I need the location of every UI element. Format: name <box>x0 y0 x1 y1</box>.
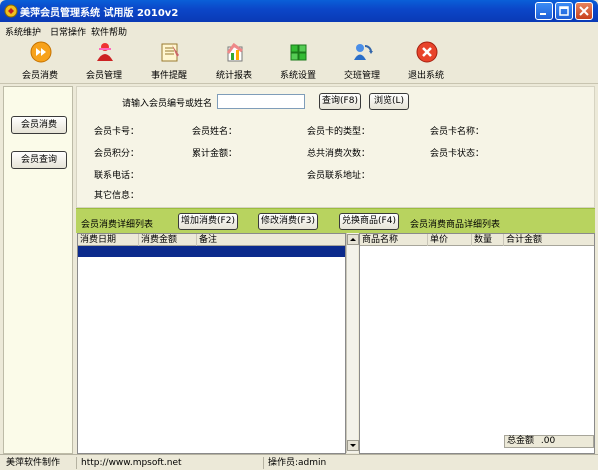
side-panel: 会员消费 会员查询 <box>3 86 73 454</box>
total-value: .00 <box>540 436 556 446</box>
toolbar: 会员消费 会员管理 事件提醒 统计报表 系统设置 交班管理 退出系统 <box>0 38 598 84</box>
tool-exit[interactable]: 退出系统 <box>397 40 455 82</box>
close-icon <box>579 6 589 16</box>
card-status-label: 会员卡状态： <box>430 149 485 159</box>
points-label: 会员积分： <box>94 149 140 159</box>
tool-consume[interactable]: 会员消费 <box>11 40 69 82</box>
address-label: 会员联系地址： <box>307 171 371 181</box>
consume-icon <box>30 41 52 63</box>
menu-system[interactable]: 系统维护 <box>5 25 41 38</box>
status-operator: 操作员:admin <box>268 458 327 468</box>
settings-icon <box>290 44 307 61</box>
menu-help[interactable]: 软件帮助 <box>91 25 127 38</box>
scroll-down-button[interactable] <box>347 440 359 451</box>
col-subtotal[interactable]: 合计金额 <box>504 234 594 246</box>
consume-table-scrollbar[interactable] <box>346 233 359 453</box>
search-prompt: 请输入会员编号或姓名 <box>122 99 213 109</box>
tool-label: 统计报表 <box>215 71 252 81</box>
tool-shift[interactable]: 交班管理 <box>333 40 391 82</box>
tool-label: 事件提醒 <box>150 71 187 81</box>
status-maker: 美萍软件制作 <box>3 457 77 469</box>
shift-icon <box>354 44 373 60</box>
tool-settings[interactable]: 系统设置 <box>269 40 327 82</box>
menu-daily[interactable]: 日常操作 <box>50 25 86 38</box>
goods-table[interactable]: 商品名称 单价 数量 合计金额 <box>359 233 595 454</box>
phone-label: 联系电话： <box>94 171 140 181</box>
col-price[interactable]: 单价 <box>428 234 472 246</box>
search-input[interactable] <box>217 94 305 109</box>
close-button[interactable] <box>575 2 593 20</box>
consume-table[interactable]: 消费日期 消费金额 备注 <box>77 233 346 454</box>
other-info-label: 其它信息： <box>94 191 140 201</box>
tool-label: 会员管理 <box>85 71 122 81</box>
maximize-button[interactable] <box>555 2 573 20</box>
list-toolbar: 会员消费详细列表 增加消费(F2) 修改消费(F3) 兑换商品(F4) 会员消费… <box>76 208 595 233</box>
member-icon <box>97 43 113 61</box>
status-bar: 美萍软件制作 http://www.mpsoft.net 操作员:admin <box>0 454 598 470</box>
member-consume-button[interactable]: 会员消费 <box>11 116 67 134</box>
table-header: 消费日期 消费金额 备注 <box>78 234 345 246</box>
notebook-icon <box>161 43 179 62</box>
name-label: 会员姓名： <box>192 127 238 137</box>
col-amount[interactable]: 消费金额 <box>139 234 197 246</box>
tool-label: 退出系统 <box>407 71 444 81</box>
col-remark[interactable]: 备注 <box>197 234 345 246</box>
query-button[interactable]: 查询(F8) <box>319 93 361 110</box>
scroll-up-button[interactable] <box>347 234 359 245</box>
col-date[interactable]: 消费日期 <box>78 234 139 246</box>
total-label: 总金额 <box>507 436 535 446</box>
consume-list-title: 会员消费详细列表 <box>81 220 154 230</box>
arrow-down-icon <box>350 444 356 447</box>
menu-bar: 系统维护 日常操作 软件帮助 <box>0 22 598 38</box>
col-goods-name[interactable]: 商品名称 <box>360 234 428 246</box>
minimize-icon <box>540 13 546 15</box>
table-header: 商品名称 单价 数量 合计金额 <box>360 234 594 246</box>
window-title: 美萍会员管理系统 试用版 2010v2 <box>20 8 179 19</box>
card-type-label: 会员卡的类型： <box>307 127 371 137</box>
col-quantity[interactable]: 数量 <box>472 234 504 246</box>
tool-label: 交班管理 <box>343 71 380 81</box>
exit-icon <box>416 41 438 63</box>
tool-report[interactable]: 统计报表 <box>205 40 263 82</box>
tool-member[interactable]: 会员管理 <box>75 40 133 82</box>
total-amount-label: 累计金额： <box>192 149 238 159</box>
card-no-label: 会员卡号： <box>94 127 140 137</box>
member-query-button[interactable]: 会员查询 <box>11 151 67 169</box>
maximize-icon <box>559 6 569 16</box>
tool-label: 会员消费 <box>21 71 58 81</box>
add-consume-button[interactable]: 增加消费(F2) <box>178 213 238 230</box>
total-amount-field: 总金额 .00 <box>504 435 594 448</box>
tool-events[interactable]: 事件提醒 <box>140 40 198 82</box>
app-icon <box>4 4 18 18</box>
minimize-button[interactable] <box>535 2 553 20</box>
card-name-label: 会员卡名称： <box>430 127 485 137</box>
tool-label: 系统设置 <box>279 71 316 81</box>
redeem-goods-button[interactable]: 兑换商品(F4) <box>339 213 399 230</box>
arrow-up-icon <box>350 238 356 241</box>
total-count-label: 总共消费次数： <box>307 149 371 159</box>
report-icon <box>226 42 243 62</box>
browse-button[interactable]: 浏览(L) <box>369 93 409 110</box>
member-info-panel: 请输入会员编号或姓名 查询(F8) 浏览(L) 会员卡号： 会员姓名： 会员卡的… <box>76 86 595 208</box>
table-row[interactable] <box>78 246 345 257</box>
title-bar: 美萍会员管理系统 试用版 2010v2 <box>0 0 598 22</box>
edit-consume-button[interactable]: 修改消费(F3) <box>258 213 318 230</box>
status-url: http://www.mpsoft.net <box>78 457 264 469</box>
goods-list-title: 会员消费商品详细列表 <box>410 220 501 230</box>
